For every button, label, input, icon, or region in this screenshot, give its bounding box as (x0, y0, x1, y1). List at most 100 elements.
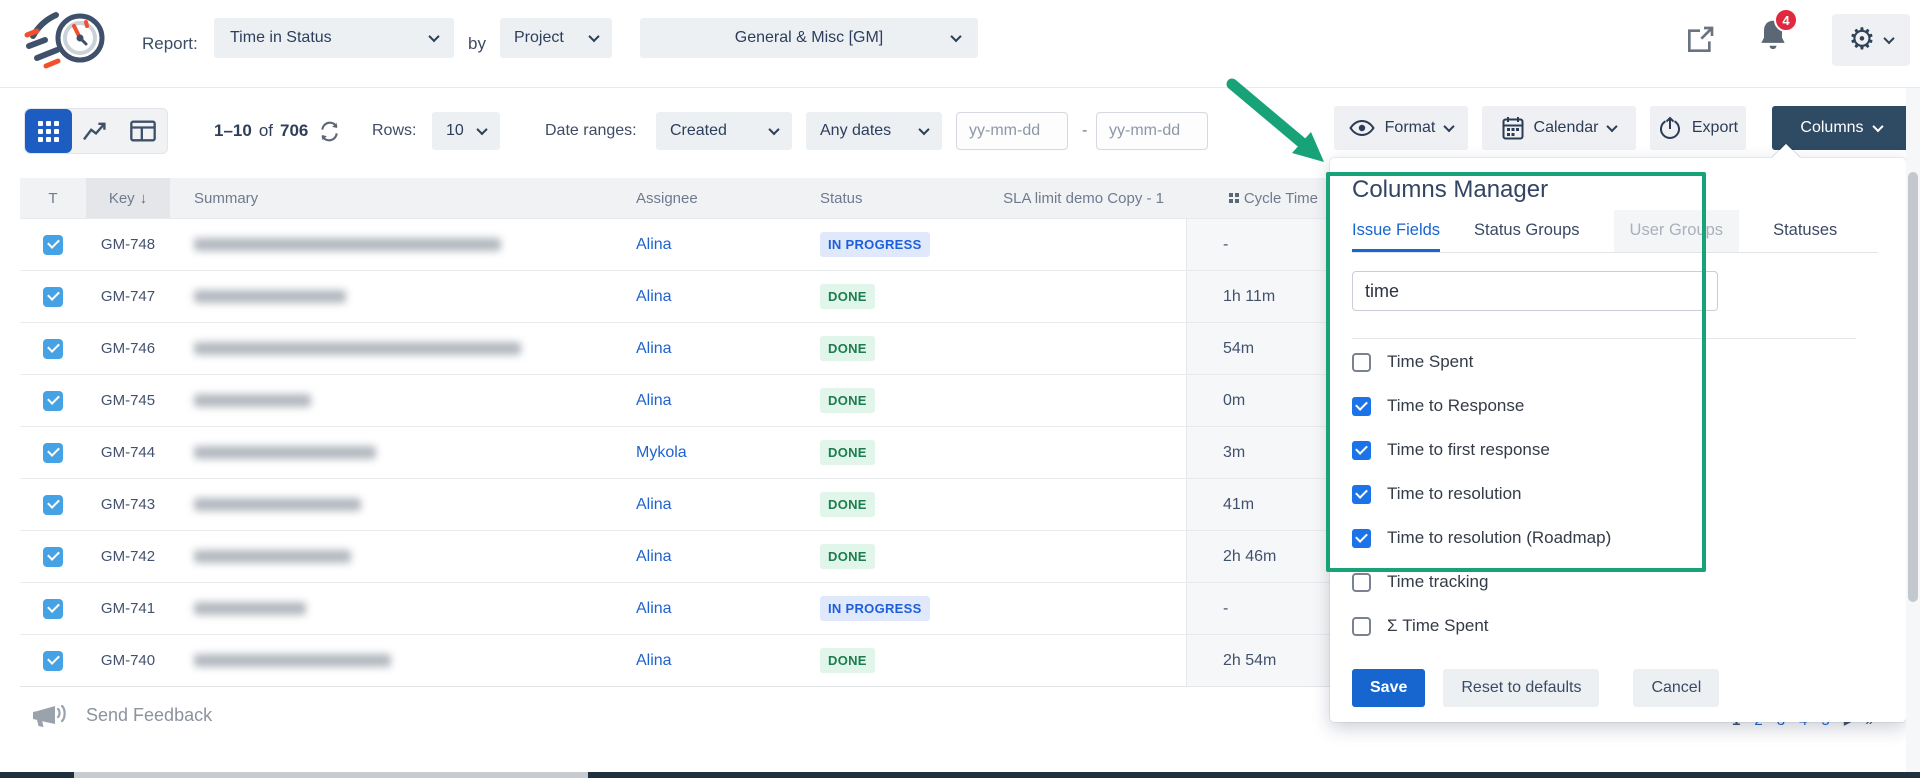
column-option-label: Time to Response (1387, 396, 1524, 416)
assignee-link[interactable]: Alina (612, 548, 800, 566)
row-checkbox-checked[interactable] (43, 287, 63, 307)
assignee-link[interactable]: Alina (612, 236, 800, 254)
date-mode-select[interactable]: Any dates (806, 112, 942, 150)
column-search-input[interactable] (1352, 271, 1718, 311)
column-option-checkbox-checked[interactable] (1352, 529, 1371, 548)
column-option-checkbox-unchecked[interactable] (1352, 353, 1371, 372)
issue-key-link[interactable]: GM-744 (86, 444, 170, 461)
column-header-summary[interactable]: Summary (170, 190, 612, 207)
row-select-cell (20, 443, 86, 463)
row-checkbox-checked[interactable] (43, 443, 63, 463)
export-button[interactable]: Export (1650, 106, 1746, 150)
date-from-input[interactable] (956, 112, 1068, 150)
share-icon[interactable] (1684, 24, 1716, 56)
issue-key-link[interactable]: GM-742 (86, 548, 170, 565)
column-header-status[interactable]: Status (800, 190, 966, 207)
calendar-label: Calendar (1534, 119, 1599, 137)
issue-key-link[interactable]: GM-741 (86, 600, 170, 617)
status-badge: DONE (820, 492, 875, 517)
issue-key-link[interactable]: GM-747 (86, 288, 170, 305)
column-header-assignee[interactable]: Assignee (612, 190, 800, 207)
calendar-button[interactable]: Calendar (1482, 106, 1636, 150)
issue-key-link[interactable]: GM-745 (86, 392, 170, 409)
issue-key-link[interactable]: GM-743 (86, 496, 170, 513)
calendar-icon (1502, 116, 1524, 140)
popup-actions: Save Reset to defaults Cancel (1352, 669, 1906, 707)
row-checkbox-checked[interactable] (43, 391, 63, 411)
column-option-item: Time tracking (1352, 560, 1906, 604)
row-select-cell (20, 547, 86, 567)
blurred-summary-text (194, 394, 311, 407)
tab-status-groups[interactable]: Status Groups (1474, 221, 1579, 252)
row-checkbox-checked[interactable] (43, 235, 63, 255)
report-type-select[interactable]: Time in Status (214, 18, 454, 58)
assignee-link[interactable]: Alina (612, 600, 800, 618)
save-button[interactable]: Save (1352, 669, 1425, 707)
column-option-checkbox-unchecked[interactable] (1352, 617, 1371, 636)
grid-view-icon (38, 121, 59, 142)
format-button[interactable]: Format (1334, 106, 1468, 150)
blurred-summary-text (194, 550, 351, 563)
chevron-down-icon (950, 31, 961, 42)
page-scrollbar[interactable] (1906, 88, 1920, 772)
status-badge: DONE (820, 336, 875, 361)
date-mode-value: Any dates (820, 122, 891, 140)
assignee-link[interactable]: Alina (612, 652, 800, 670)
group-by-select[interactable]: Project (500, 18, 612, 58)
column-header-key[interactable]: Key ↓ (86, 178, 170, 218)
project-select[interactable]: General & Misc [GM] (640, 18, 978, 58)
issue-key-link[interactable]: GM-748 (86, 236, 170, 253)
reset-to-defaults-button[interactable]: Reset to defaults (1443, 669, 1599, 707)
row-checkbox-checked[interactable] (43, 651, 63, 671)
view-board-button[interactable] (120, 109, 167, 153)
send-feedback-link[interactable]: Send Feedback (30, 700, 212, 730)
view-chart-button[interactable] (72, 109, 119, 153)
assignee-link[interactable]: Alina (612, 392, 800, 410)
column-header-cycle-time[interactable]: Cycle Time (1186, 190, 1330, 207)
chevron-down-icon (476, 124, 487, 135)
page-scrollbar-thumb[interactable] (1908, 172, 1918, 602)
date-field-select[interactable]: Created (656, 112, 792, 150)
column-option-item: Time to resolution (Roadmap) (1352, 516, 1906, 560)
row-checkbox-checked[interactable] (43, 599, 63, 619)
assignee-link[interactable]: Alina (612, 340, 800, 358)
cycle-time-value: 2h 54m (1186, 635, 1330, 686)
assignee-link[interactable]: Alina (612, 496, 800, 514)
issue-summary-redacted (170, 394, 612, 407)
line-chart-icon (81, 119, 111, 143)
date-to-input[interactable] (1096, 112, 1208, 150)
chevron-down-icon (918, 124, 929, 135)
row-checkbox-checked[interactable] (43, 547, 63, 567)
tab-issue-fields[interactable]: Issue Fields (1352, 221, 1440, 252)
status-cell: DONE (800, 544, 966, 569)
column-header-sla[interactable]: SLA limit demo Copy - 1 (966, 190, 1186, 207)
column-option-checkbox-checked[interactable] (1352, 441, 1371, 460)
column-option-item: Time to Response (1352, 384, 1906, 428)
issue-summary-redacted (170, 238, 612, 251)
row-select-cell (20, 339, 86, 359)
issue-key-link[interactable]: GM-740 (86, 652, 170, 669)
assignee-link[interactable]: Mykola (612, 444, 800, 462)
column-option-checkbox-unchecked[interactable] (1352, 573, 1371, 592)
issue-summary-redacted (170, 290, 612, 303)
row-checkbox-checked[interactable] (43, 495, 63, 515)
issue-key-link[interactable]: GM-746 (86, 340, 170, 357)
column-option-checkbox-checked[interactable] (1352, 397, 1371, 416)
drag-handle-icon[interactable] (1229, 193, 1239, 203)
by-label: by (468, 0, 486, 88)
cancel-button[interactable]: Cancel (1633, 669, 1719, 707)
tab-statuses[interactable]: Statuses (1773, 221, 1837, 252)
tab-user-groups[interactable]: User Groups (1614, 210, 1740, 252)
column-option-checkbox-checked[interactable] (1352, 485, 1371, 504)
date-field-value: Created (670, 122, 727, 140)
status-cell: DONE (800, 648, 966, 673)
row-select-cell (20, 599, 86, 619)
view-table-button[interactable] (25, 109, 72, 153)
row-checkbox-checked[interactable] (43, 339, 63, 359)
settings-button[interactable]: ⚙ (1832, 14, 1910, 66)
columns-button[interactable]: Columns (1772, 106, 1910, 150)
assignee-link[interactable]: Alina (612, 288, 800, 306)
refresh-button[interactable] (318, 120, 341, 143)
date-range-dash: - (1082, 112, 1087, 150)
rows-per-page-select[interactable]: 10 (432, 112, 500, 150)
